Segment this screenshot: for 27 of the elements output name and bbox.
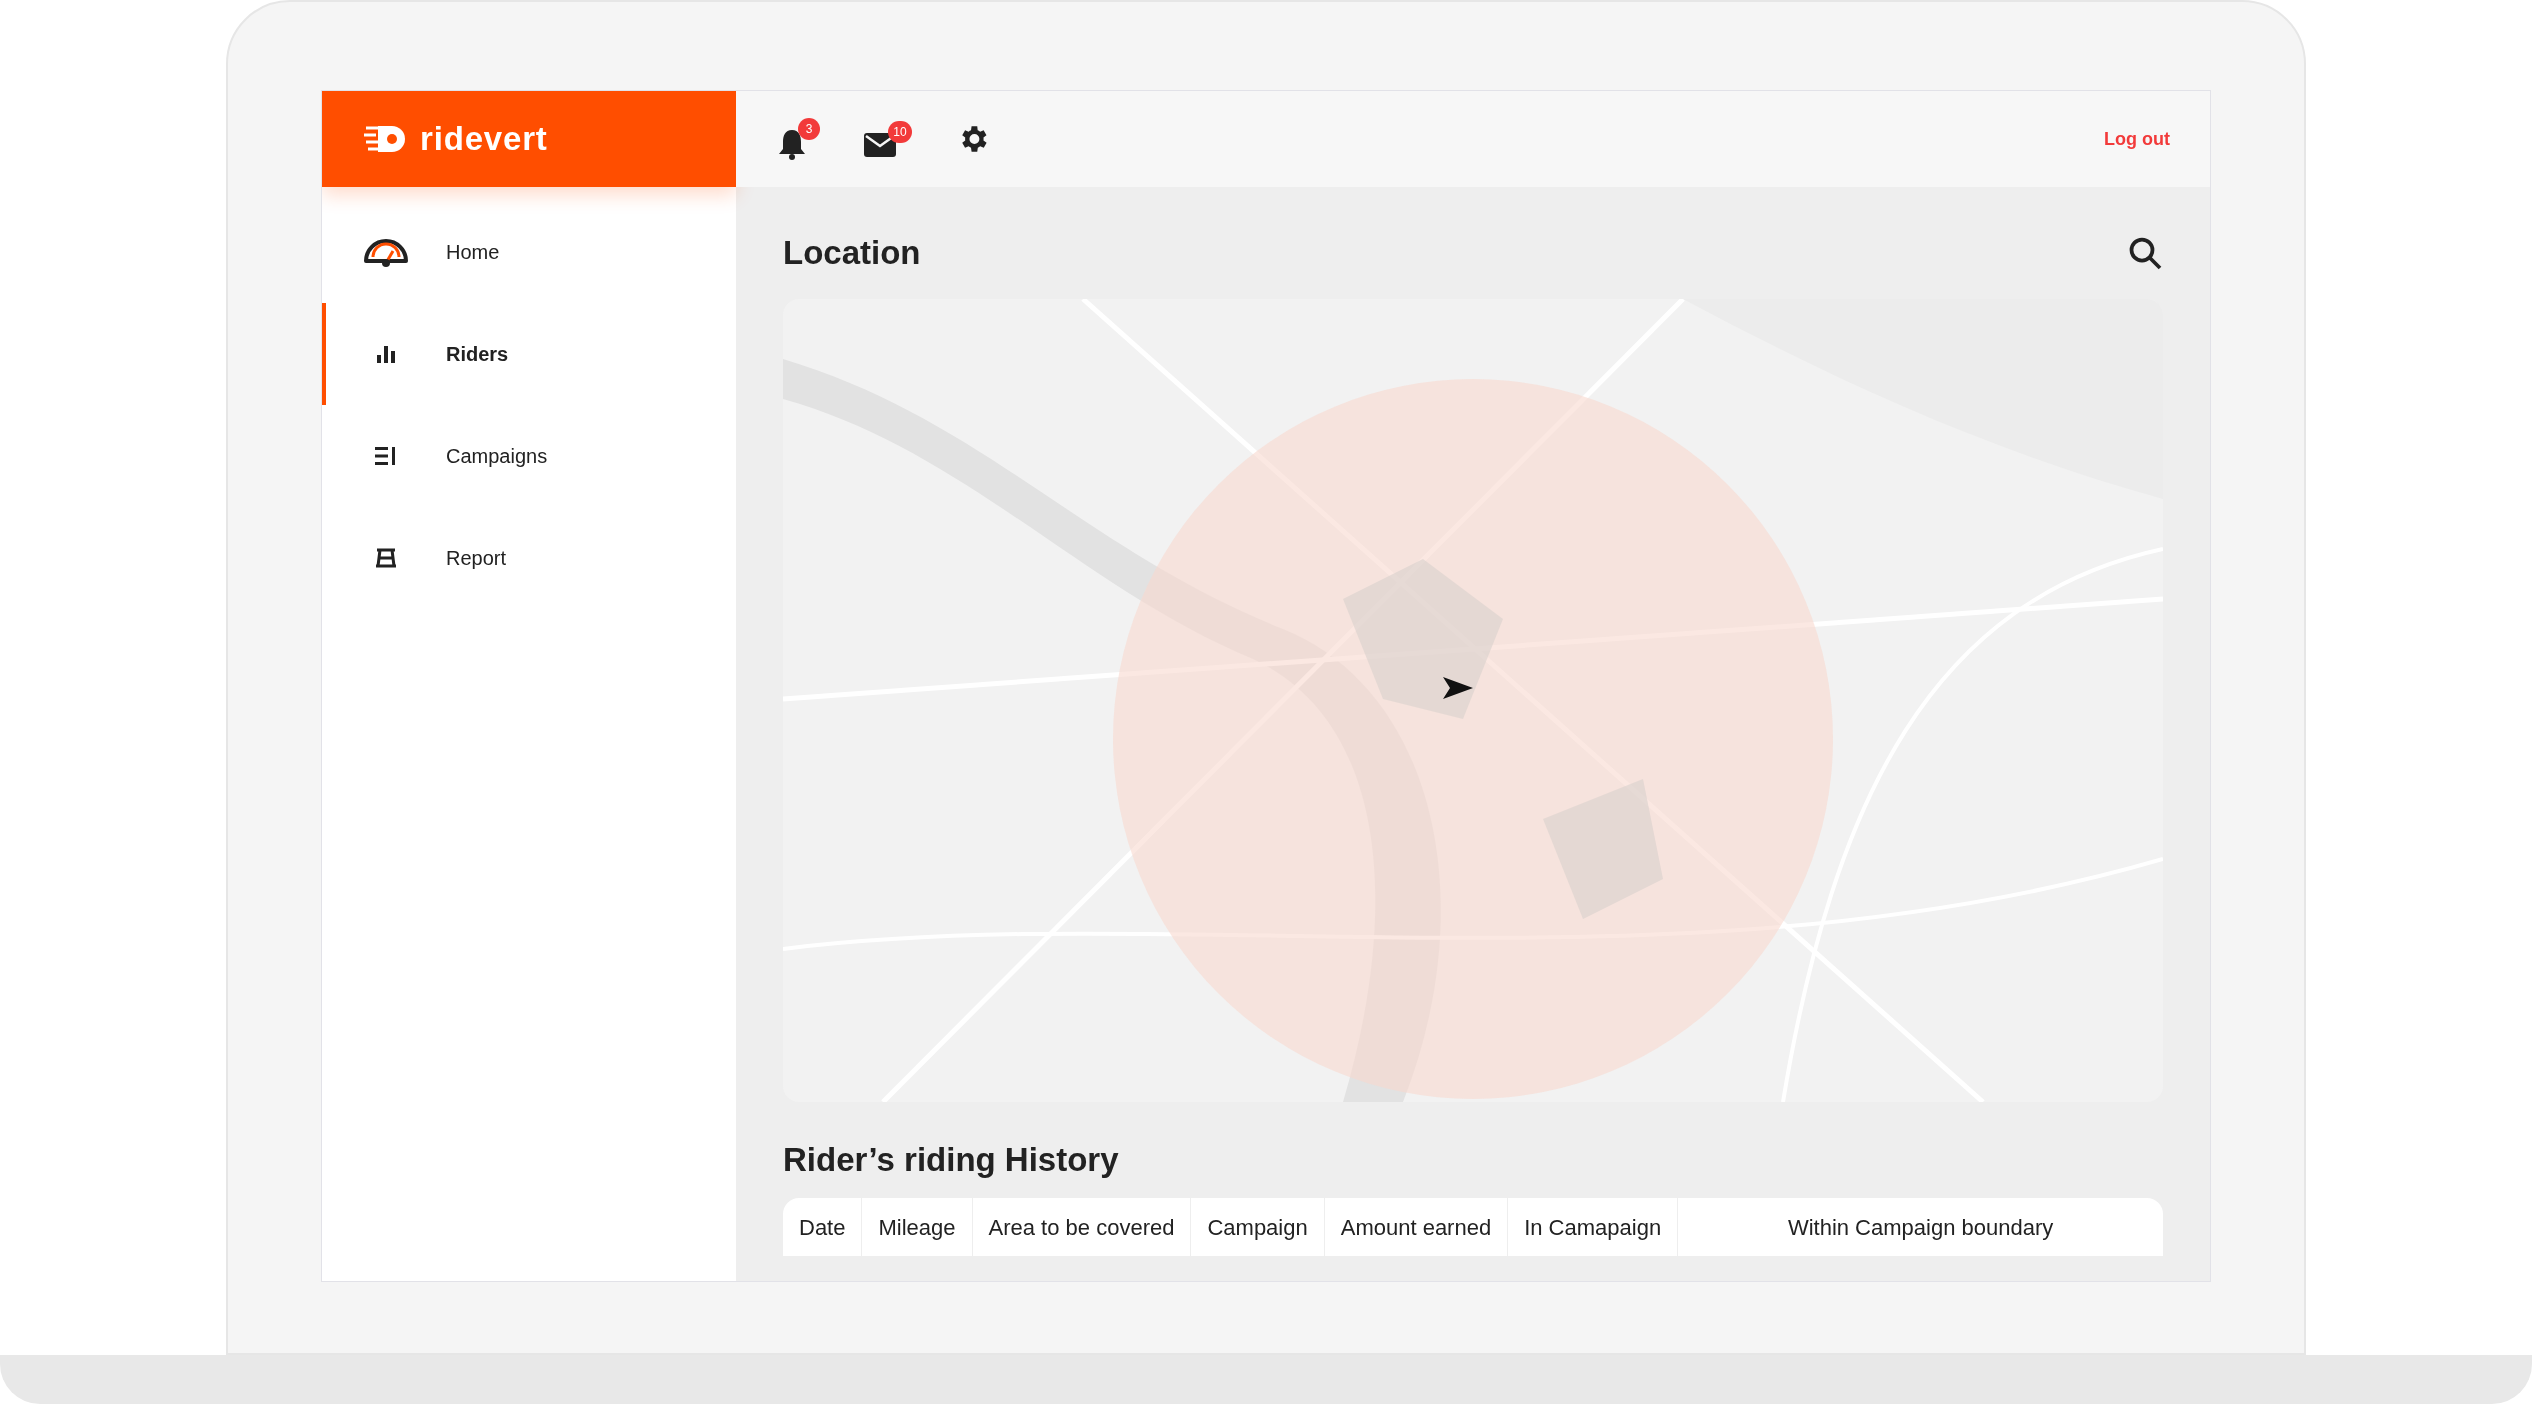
brand-name: ridevert — [420, 119, 548, 160]
mail-icon — [864, 133, 896, 157]
sidebar-item[interactable]: Riders — [322, 303, 736, 405]
column-header: Date — [783, 1198, 863, 1256]
column-header: Mileage — [862, 1198, 973, 1256]
column-header: In Camapaign — [1508, 1198, 1679, 1256]
bell-icon — [778, 128, 806, 160]
notification-badge: 3 — [798, 118, 820, 140]
column-header: Amount earned — [1324, 1198, 1509, 1256]
sidebar-item[interactable]: Home — [322, 201, 736, 303]
message-badge: 10 — [888, 121, 912, 143]
location-arrow-icon — [1443, 677, 1473, 699]
logout-link[interactable]: Log out — [2104, 125, 2170, 153]
search-icon[interactable] — [2127, 235, 2163, 271]
column-header: Within Campaign boundary — [1786, 1213, 2055, 1242]
sidebar-item[interactable]: Campaigns — [322, 405, 736, 507]
sidebar-item[interactable]: Report — [322, 507, 736, 609]
section-title: Location — [783, 233, 921, 274]
list-icon — [375, 446, 397, 466]
report-icon — [375, 548, 397, 568]
bar-chart-icon — [376, 345, 396, 363]
notifications-button[interactable]: 3 — [778, 118, 820, 160]
messages-button[interactable]: 10 — [864, 121, 912, 157]
section-title: Rider’s riding History — [783, 1139, 1119, 1180]
column-header: Campaign — [1191, 1198, 1325, 1256]
column-header: Area to be covered — [972, 1198, 1192, 1256]
logo-icon — [364, 124, 408, 154]
